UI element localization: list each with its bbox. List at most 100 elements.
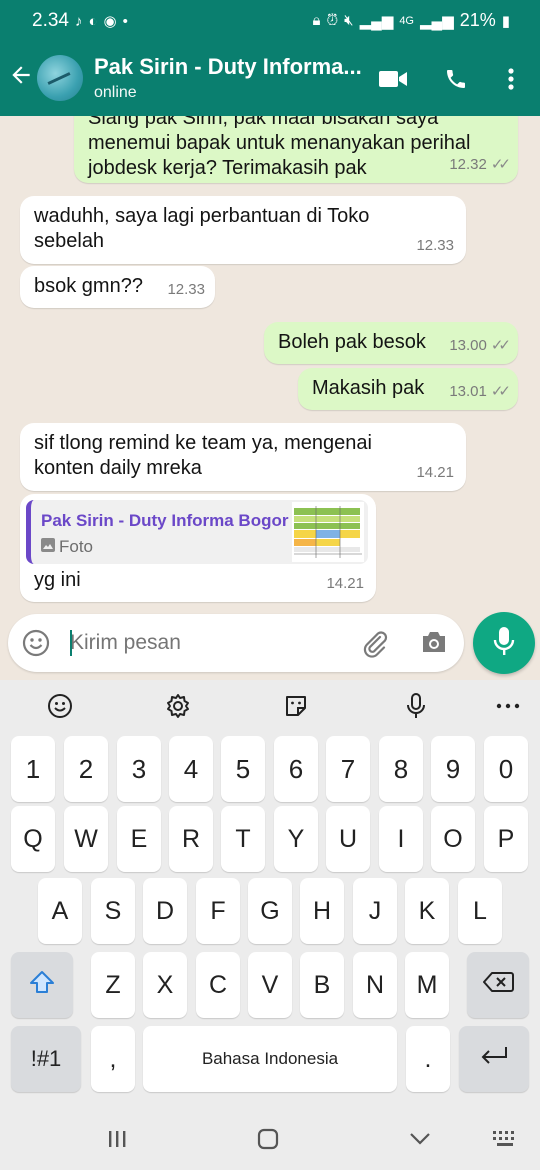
message-bubble-incoming[interactable]: bsok gmn?? 12.33 (20, 266, 215, 308)
home-icon[interactable] (256, 1126, 280, 1152)
message-bubble-outgoing[interactable]: Boleh pak besok 13.00 ✓✓ (264, 322, 518, 364)
backspace-key[interactable] (467, 952, 529, 1018)
key-u[interactable]: U (326, 806, 370, 872)
key-e[interactable]: E (117, 806, 161, 872)
message-text: bsok gmn?? (34, 275, 143, 297)
status-bar: 2.34 ♪ ◐ ◉ • 🔒︎ ⏰︎ 🔇︎ ▂▄▆ 4G ▂▄▆ 21% ▮ (0, 0, 540, 42)
key-b[interactable]: B (300, 952, 344, 1018)
sticker-icon[interactable] (282, 692, 310, 720)
mute-icon: 🔇︎ (344, 12, 354, 29)
key-f[interactable]: F (196, 878, 240, 944)
key-d[interactable]: D (143, 878, 187, 944)
avatar[interactable] (37, 55, 83, 101)
key-0[interactable]: 0 (484, 736, 528, 802)
photo-icon (41, 534, 55, 559)
message-time: 12.32 (449, 156, 487, 173)
message-bubble-outgoing[interactable]: Makasih pak 13.01 ✓✓ (298, 368, 518, 410)
key-i[interactable]: I (379, 806, 423, 872)
quoted-photo-thumbnail (292, 502, 364, 562)
status-time: 2.34 (32, 10, 69, 31)
app-bar: Pak Sirin - Duty Informa... online (0, 42, 540, 116)
key-x[interactable]: X (143, 952, 187, 1018)
read-receipt-icon: ✓✓ (490, 156, 511, 173)
message-bubble-incoming[interactable]: sif tlong remind ke team ya, mengenai ko… (20, 423, 466, 491)
message-composer (8, 614, 464, 672)
key-s[interactable]: S (91, 878, 135, 944)
key-8[interactable]: 8 (379, 736, 423, 802)
quoted-type-label: Foto (59, 537, 94, 556)
space-key[interactable]: Bahasa Indonesia (143, 1026, 397, 1092)
key-h[interactable]: H (300, 878, 344, 944)
quoted-sender-name: Pak Sirin - Duty Informa Bogor (41, 511, 289, 530)
message-time: 14.21 (416, 464, 454, 481)
message-bubble-incoming[interactable]: waduhh, saya lagi perbantuan di Toko seb… (20, 196, 466, 264)
key-j[interactable]: J (353, 878, 397, 944)
key-n[interactable]: N (353, 952, 397, 1018)
key-c[interactable]: C (196, 952, 240, 1018)
comma-key[interactable]: , (91, 1026, 135, 1092)
symbols-key[interactable]: !#1 (11, 1026, 81, 1092)
key-1[interactable]: 1 (11, 736, 55, 802)
key-2[interactable]: 2 (64, 736, 108, 802)
enter-key[interactable] (459, 1026, 529, 1092)
voice-call-icon[interactable] (441, 64, 471, 94)
period-key[interactable]: . (406, 1026, 450, 1092)
keyboard-settings-icon[interactable] (164, 692, 192, 720)
key-p[interactable]: P (484, 806, 528, 872)
network-type-label: 4G (399, 14, 414, 27)
key-w[interactable]: W (64, 806, 108, 872)
app-notification-icon: ◉ (103, 13, 117, 30)
keyboard-emoji-icon[interactable] (46, 692, 74, 720)
emoji-icon[interactable] (22, 629, 50, 657)
message-text-line: Siang pak Sirin, pak maaf bisakah saya (88, 116, 439, 129)
key-z[interactable]: Z (91, 952, 135, 1018)
video-call-icon[interactable] (378, 64, 408, 94)
key-3[interactable]: 3 (117, 736, 161, 802)
key-k[interactable]: K (405, 878, 449, 944)
read-receipt-icon: ✓✓ (490, 337, 511, 354)
message-time: 12.33 (416, 237, 454, 254)
key-q[interactable]: Q (11, 806, 55, 872)
back-nav-icon[interactable] (408, 1126, 432, 1152)
recent-apps-icon[interactable] (106, 1126, 128, 1152)
more-options-icon[interactable] (496, 64, 526, 94)
key-5[interactable]: 5 (221, 736, 265, 802)
back-arrow-icon[interactable] (8, 62, 34, 92)
voice-message-button[interactable] (473, 612, 535, 674)
key-g[interactable]: G (248, 878, 292, 944)
key-m[interactable]: M (405, 952, 449, 1018)
microphone-icon (493, 626, 515, 661)
contact-name[interactable]: Pak Sirin - Duty Informa... (94, 54, 369, 80)
message-text-line: konten daily mreka (34, 457, 202, 479)
attach-icon[interactable] (360, 628, 390, 658)
message-time: 13.01 (449, 383, 487, 400)
key-7[interactable]: 7 (326, 736, 370, 802)
key-y[interactable]: Y (274, 806, 318, 872)
keyboard-more-icon[interactable] (494, 692, 522, 720)
message-time: 14.21 (326, 575, 364, 592)
shift-icon (29, 969, 55, 1002)
key-v[interactable]: V (248, 952, 292, 1018)
key-r[interactable]: R (169, 806, 213, 872)
key-6[interactable]: 6 (274, 736, 318, 802)
signal-icon: ▂▄▆ (359, 12, 394, 30)
message-input[interactable] (70, 628, 350, 658)
key-t[interactable]: T (221, 806, 265, 872)
voice-input-icon[interactable] (402, 692, 430, 720)
key-l[interactable]: L (458, 878, 502, 944)
message-text-line: menemui bapak untuk menanyakan perihal (88, 132, 471, 154)
key-a[interactable]: A (38, 878, 82, 944)
message-bubble-incoming-reply[interactable]: Pak Sirin - Duty Informa Bogor Foto yg i… (20, 494, 376, 602)
quoted-message[interactable]: Pak Sirin - Duty Informa Bogor Foto (26, 500, 368, 564)
key-9[interactable]: 9 (431, 736, 475, 802)
shift-key[interactable] (11, 952, 73, 1018)
message-bubble-outgoing[interactable]: Siang pak Sirin, pak maaf bisakah saya m… (74, 116, 518, 183)
key-o[interactable]: O (431, 806, 475, 872)
enter-icon (479, 1045, 509, 1074)
message-text-line: waduhh, saya lagi perbantuan di Toko (34, 205, 370, 227)
camera-icon[interactable] (420, 629, 448, 657)
keyboard-switch-icon[interactable] (490, 1126, 520, 1152)
chat-messages[interactable]: Siang pak Sirin, pak maaf bisakah saya m… (0, 116, 540, 610)
more-notifications-dot-icon: • (122, 12, 128, 30)
key-4[interactable]: 4 (169, 736, 213, 802)
